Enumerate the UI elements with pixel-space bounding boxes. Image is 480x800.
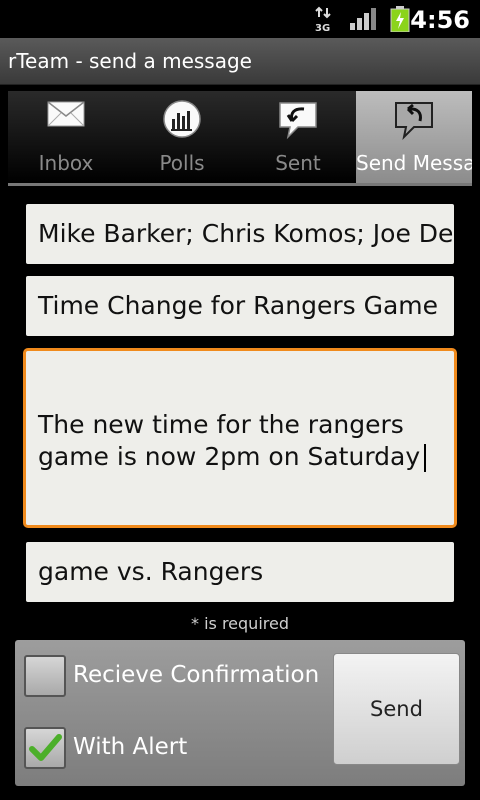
send-button[interactable]: Send — [333, 653, 460, 765]
reply-bubble-icon — [392, 99, 436, 145]
required-note: * is required — [191, 614, 289, 633]
svg-text:3G: 3G — [315, 23, 330, 32]
event-field[interactable]: game vs. Rangers — [26, 542, 454, 602]
tab-sent[interactable]: Sent — [240, 91, 356, 183]
chat-bubble-arrow-icon — [276, 99, 320, 145]
tab-inbox-label: Inbox — [38, 151, 94, 175]
receive-confirmation-checkbox[interactable] — [24, 655, 66, 697]
subject-field[interactable]: Time Change for Rangers Game — [26, 276, 454, 336]
app-title: rTeam - send a message — [8, 49, 252, 73]
network-3g-icon: 3G — [313, 6, 337, 34]
with-alert-label: With Alert — [73, 734, 188, 760]
tab-send-message[interactable]: Send Message — [356, 91, 472, 183]
tab-underline — [8, 183, 472, 186]
title-bar: rTeam - send a message — [0, 38, 480, 85]
receive-confirmation-label: Recieve Confirmation — [73, 662, 320, 688]
message-body-text: The new time for the rangers game is now… — [38, 410, 421, 471]
tab-inbox[interactable]: Inbox — [8, 91, 124, 183]
clock: 4:56 — [410, 6, 470, 34]
tab-polls[interactable]: Polls — [124, 91, 240, 183]
text-cursor — [424, 444, 427, 472]
with-alert-checkbox[interactable] — [24, 727, 66, 769]
tab-bar: Inbox Polls Sent Send Messa — [8, 91, 472, 183]
message-body-field[interactable]: The new time for the rangers game is now… — [23, 348, 457, 528]
recipients-field[interactable]: Mike Barker; Chris Komos; Joe Dean — [26, 204, 454, 264]
checkmark-icon — [29, 734, 62, 761]
envelope-icon — [46, 99, 86, 133]
tab-send-message-label: Send Message — [356, 151, 472, 175]
tab-polls-label: Polls — [159, 151, 205, 175]
options-panel: Recieve Confirmation With Alert Send — [15, 640, 465, 786]
bar-chart-icon — [162, 99, 202, 143]
signal-strength-icon — [350, 8, 378, 34]
tab-sent-label: Sent — [275, 151, 321, 175]
battery-charging-icon — [390, 6, 410, 36]
status-bar: 3G 4:56 — [0, 0, 480, 38]
